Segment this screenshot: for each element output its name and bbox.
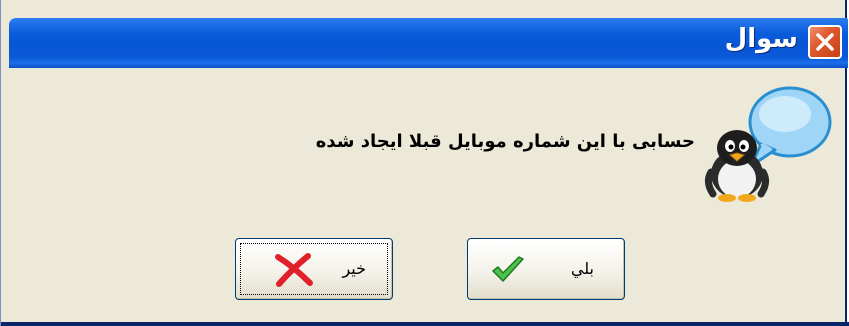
message-text: حسابی با این شماره موبایل قبلا ایجاد شده [315, 131, 695, 152]
penguin-question-icon [703, 82, 835, 206]
x-icon [274, 253, 314, 291]
yes-button-label: بلي [570, 259, 594, 278]
yes-button[interactable]: بلي [467, 238, 625, 300]
close-icon [816, 33, 834, 51]
confirm-dialog: سوال حسابی با این شماره موبایل قبلا ایجا… [0, 0, 849, 326]
window-bottom-border [1, 322, 849, 326]
window-title: سوال [724, 24, 798, 54]
no-button[interactable]: خير [235, 238, 393, 300]
title-bar[interactable]: سوال [9, 18, 848, 68]
close-button[interactable] [808, 25, 842, 59]
no-button-label: خير [342, 259, 366, 278]
check-icon [490, 255, 526, 289]
